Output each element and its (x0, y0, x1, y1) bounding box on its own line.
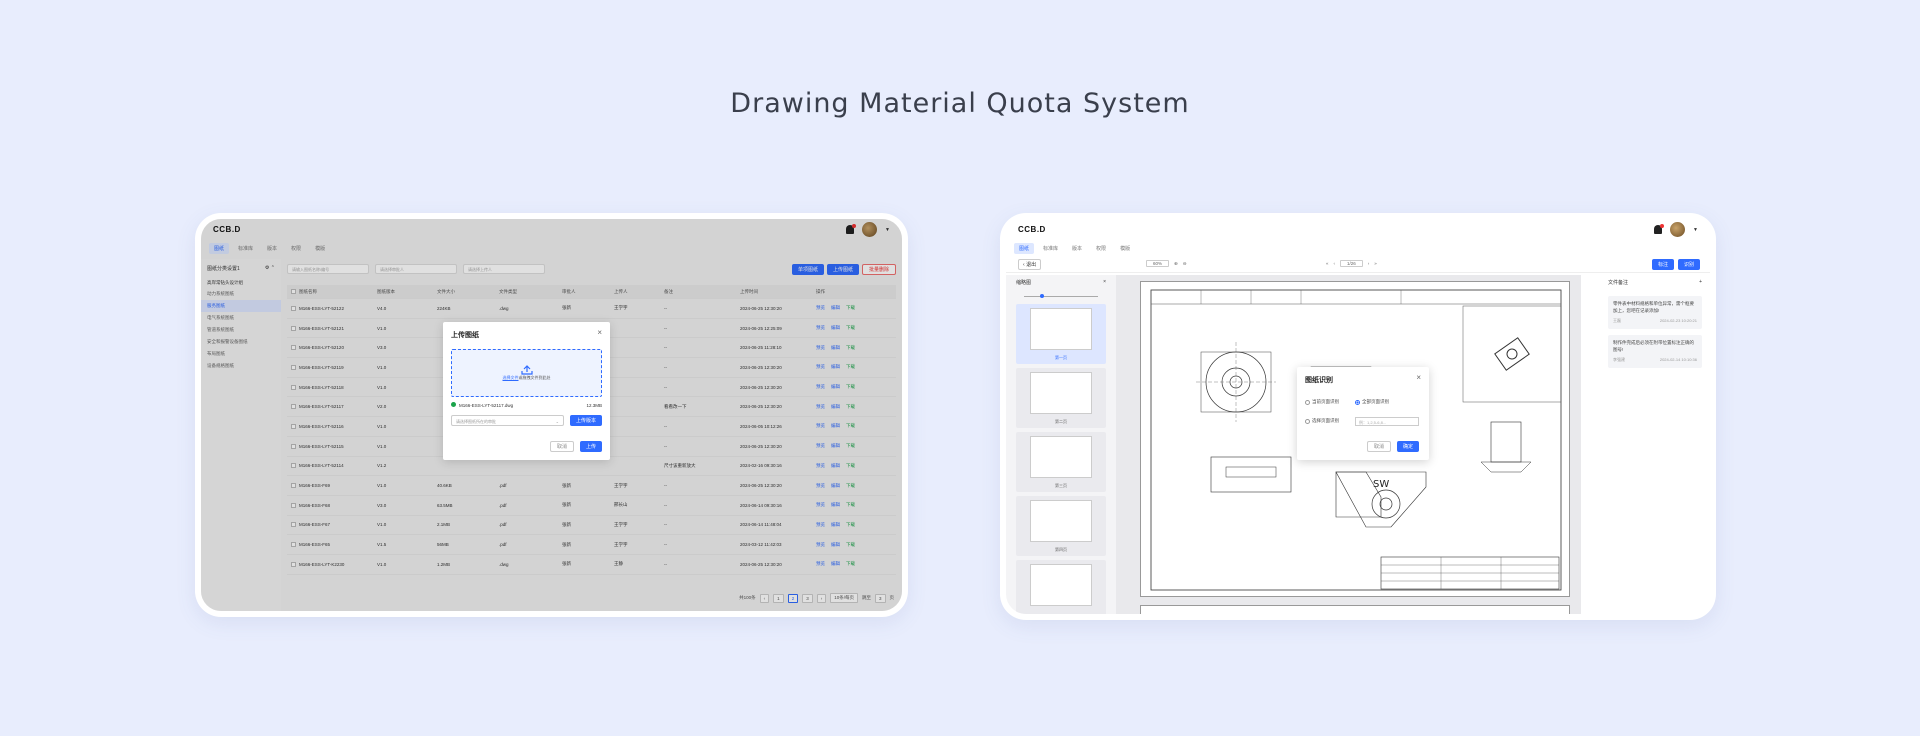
thumbnail-caption: 第二页 (1055, 419, 1067, 424)
page-title: Drawing Material Quota System (730, 88, 1190, 119)
uploaded-file: M166-ESS-LYT-52117.dwg 12.3MB (451, 402, 602, 408)
radio-button[interactable] (1305, 399, 1310, 405)
tab-drawings[interactable]: 图纸 (1014, 243, 1035, 254)
next-page-icon[interactable]: › (1368, 261, 1370, 266)
list-screen: CCB.D ▼ 图纸 标准库 版本 权限 模版 图纸分类设置1 ⚙ ⌃ 高岸常钻头… (201, 219, 902, 611)
note-item[interactable]: 零件表中材料规格和单位异常，需个框要加上，您吧在记录添加! 王磊 2024-02-… (1608, 296, 1702, 329)
thumbnail-image (1030, 372, 1092, 414)
back-button[interactable]: ‹ 退出 (1018, 259, 1042, 270)
bell-icon[interactable] (1654, 224, 1665, 234)
thumbnail-page[interactable]: 第四页 (1016, 496, 1106, 556)
device-frame-viewer: CCB.D ▼ 图纸 标准库 版本 权限 模版 ‹ 退出 60% ⊕ ⊖ « ‹ (1000, 213, 1716, 620)
radio-label: 选择页面识别 (1312, 418, 1339, 423)
logo: CCB.D (1018, 224, 1046, 234)
radio-current-page[interactable]: 当前页面识别 (1305, 399, 1339, 405)
tab-standards[interactable]: 标准库 (1038, 243, 1063, 254)
radio-button[interactable] (1305, 418, 1310, 424)
back-label: 退出 (1026, 262, 1037, 268)
tab-versions[interactable]: 版本 (1067, 243, 1087, 254)
radio-all-pages[interactable]: 全部页面识别 (1355, 399, 1389, 405)
annotate-button[interactable]: 标注 (1651, 259, 1674, 270)
thumbnail-image (1030, 436, 1092, 478)
upload-dropzone[interactable]: 选择文件或拖拽文件到此处 (451, 349, 602, 397)
upload-modal: 上传图纸 × 选择文件或拖拽文件到此处 M166-ESS-LYT-52117.d… (443, 322, 610, 460)
thumbnail-page[interactable]: 第一页 (1016, 304, 1106, 364)
file-name: M166-ESS-LYT-52117.dwg (459, 403, 514, 408)
recognize-modal: 图纸识别 × 当前页面识别 全部页面识别 选择页面识别 例：1,2,5-6,8.… (1297, 367, 1429, 460)
modal-title: 上传图纸 (451, 332, 479, 339)
note-author: 李强建 (1613, 357, 1625, 362)
chevron-down-icon: ⌄ (555, 419, 559, 424)
thumbnail-caption: 第三页 (1055, 483, 1067, 488)
note-text: 制作件完成后必须在附带位置标注正确的图号! (1613, 340, 1694, 352)
confirm-button[interactable]: 确定 (1396, 441, 1419, 452)
page-control: « ‹ 1/26 › » (1326, 260, 1377, 267)
note-author: 王磊 (1613, 318, 1621, 323)
file-size: 12.3MB (586, 402, 602, 408)
thumbnail-page[interactable]: 第二页 (1016, 368, 1106, 428)
radio-label: 全部页面识别 (1362, 399, 1389, 404)
modal-title: 图纸识别 (1305, 377, 1333, 384)
last-page-icon[interactable]: » (1374, 261, 1377, 266)
viewer-screen: CCB.D ▼ 图纸 标准库 版本 权限 模版 ‹ 退出 60% ⊕ ⊖ « ‹ (1006, 219, 1710, 614)
weld-symbol-label: SW (1373, 479, 1389, 490)
first-page-icon[interactable]: « (1326, 261, 1329, 266)
thumbnail-page[interactable]: 第三页 (1016, 432, 1106, 492)
cancel-button[interactable]: 取消 (549, 441, 574, 452)
thumbnail-caption: 第一页 (1055, 355, 1067, 360)
thumbnail-image (1030, 500, 1092, 542)
avatar[interactable] (1670, 222, 1686, 237)
select-file-link[interactable]: 选择文件 (503, 375, 519, 380)
zoom-input[interactable]: 60% (1146, 260, 1170, 267)
tab-templates[interactable]: 模版 (1115, 243, 1135, 254)
drop-hint: 或拖拽文件到此处 (518, 375, 551, 380)
close-icon[interactable]: × (1103, 279, 1106, 286)
notes-panel: 文件备注 + 零件表中材料规格和单位异常，需个框要加上，您吧在记录添加! 王磊 20… (1600, 275, 1710, 614)
note-item[interactable]: 制作件完成后必须在附带位置标注正确的图号! 李强建 2024-02-14 10:1… (1608, 335, 1702, 368)
close-icon[interactable]: × (597, 328, 602, 337)
slider-handle[interactable] (1040, 294, 1044, 298)
note-text: 零件表中材料规格和单位异常，需个框要加上，您吧在记录添加! (1613, 301, 1694, 313)
zoom-in-icon[interactable]: ⊕ (1174, 261, 1178, 267)
top-bar: CCB.D ▼ (1006, 219, 1710, 239)
zoom-control: 60% ⊕ ⊖ (1146, 260, 1187, 267)
nav-tabs: 图纸 标准库 版本 权限 模版 (1014, 243, 1135, 254)
thumbnail-page[interactable] (1016, 560, 1106, 614)
thumbnail-image (1030, 564, 1092, 606)
confirm-upload-button[interactable]: 上传 (579, 441, 602, 452)
check-icon (451, 402, 456, 407)
viewer-toolbar: ‹ 退出 60% ⊕ ⊖ « ‹ 1/26 › » 标注 识别 (1006, 257, 1710, 273)
prev-page-icon[interactable]: ‹ (1334, 261, 1336, 266)
radio-label: 当前页面识别 (1312, 399, 1339, 404)
zoom-out-icon[interactable]: ⊖ (1183, 261, 1187, 267)
upload-icon (520, 362, 533, 375)
recognize-button[interactable]: 识别 (1677, 259, 1700, 270)
thumbnail-title: 缩略图 (1016, 280, 1032, 286)
note-time: 2024-02-23 10:20:21 (1659, 318, 1697, 323)
radio-button[interactable] (1355, 399, 1360, 405)
thumbnail-image (1030, 308, 1092, 350)
close-icon[interactable]: × (1416, 373, 1421, 382)
tab-permissions[interactable]: 权限 (1091, 243, 1111, 254)
device-frame-list: CCB.D ▼ 图纸 标准库 版本 权限 模版 图纸分类设置1 ⚙ ⌃ 高岸常钻头… (195, 213, 908, 617)
thumbnail-size-slider[interactable] (1016, 292, 1106, 300)
cancel-button[interactable]: 取消 (1366, 441, 1391, 452)
notes-title: 文件备注 (1608, 280, 1629, 286)
chevron-down-icon[interactable]: ▼ (1693, 227, 1698, 233)
drawing-sheet-next (1140, 605, 1570, 614)
approval-select[interactable]: 请选择图纸所在的审批 ⌄ (451, 415, 564, 426)
add-icon[interactable]: + (1699, 279, 1702, 286)
radio-select-pages[interactable]: 选择页面识别 (1305, 418, 1339, 424)
page-input[interactable]: 1/26 (1340, 260, 1363, 267)
upload-version-button[interactable]: 上传版本 (569, 415, 602, 426)
page-range-input[interactable]: 例：1,2,5-6,8... (1355, 417, 1419, 426)
thumbnail-caption: 第四页 (1055, 547, 1067, 552)
thumbnail-panel: 缩略图 × 第一页 第二页 第三页 第四页 (1006, 275, 1116, 614)
note-time: 2024-02-14 10:10:36 (1659, 357, 1697, 362)
select-placeholder: 请选择图纸所在的审批 (456, 419, 496, 424)
